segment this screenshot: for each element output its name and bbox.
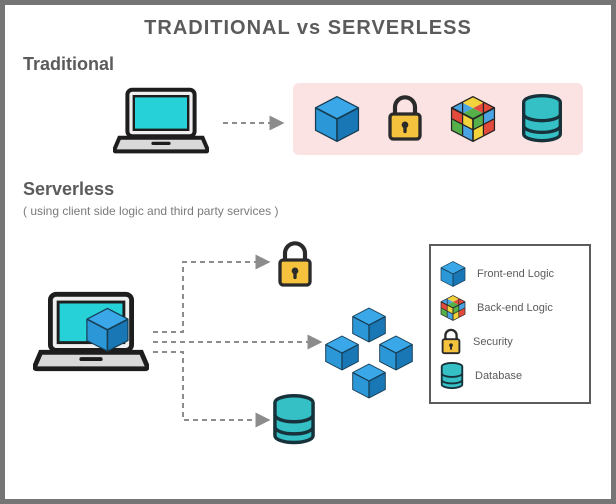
database-icon <box>520 94 564 144</box>
laptop-cube-icon <box>33 288 149 376</box>
diagram-title: TRADITIONAL vs SERVERLESS <box>23 17 593 40</box>
laptop-icon <box>113 85 209 157</box>
legend-item-database: Database <box>439 362 581 390</box>
database-icon <box>271 394 317 446</box>
arrow-icon <box>223 117 293 129</box>
traditional-row <box>23 81 593 161</box>
lock-icon <box>439 328 463 356</box>
serverless-label: Serverless <box>23 179 593 200</box>
frontend-cube-icon <box>350 362 388 400</box>
rubik-cube-icon <box>448 94 498 144</box>
diagram-frame: TRADITIONAL vs SERVERLESS Traditional Se… <box>0 0 616 504</box>
frontend-cube-icon <box>312 94 362 144</box>
traditional-backend-group <box>293 83 583 155</box>
legend-label: Database <box>475 370 522 382</box>
lock-icon <box>384 94 426 144</box>
traditional-label: Traditional <box>23 54 593 75</box>
database-icon <box>439 362 465 390</box>
cube-cluster <box>321 306 417 402</box>
frontend-cube-icon <box>439 260 467 288</box>
lock-icon <box>275 240 315 290</box>
serverless-area: Front-end Logic Back-end Logic Security … <box>23 226 593 446</box>
legend-label: Back-end Logic <box>477 302 553 314</box>
rubik-cube-icon <box>439 294 467 322</box>
legend: Front-end Logic Back-end Logic Security … <box>429 244 591 404</box>
legend-item-frontend: Front-end Logic <box>439 260 581 288</box>
legend-item-security: Security <box>439 328 581 356</box>
legend-label: Front-end Logic <box>477 268 554 280</box>
serverless-subnote: ( using client side logic and third part… <box>23 204 593 218</box>
legend-label: Security <box>473 336 513 348</box>
legend-item-backend: Back-end Logic <box>439 294 581 322</box>
